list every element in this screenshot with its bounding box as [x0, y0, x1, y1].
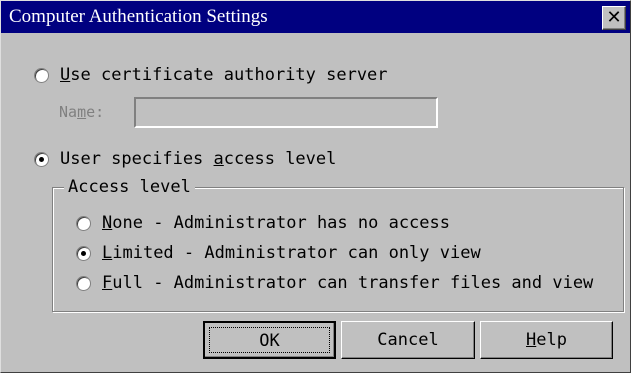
- ok-button[interactable]: OK: [203, 321, 336, 359]
- cancel-button[interactable]: Cancel: [341, 321, 475, 359]
- radio-access-limited[interactable]: Limited - Administrator can only view: [76, 243, 481, 263]
- radio-label: Full - Administrator can transfer files …: [102, 273, 594, 293]
- radio-label: Limited - Administrator can only view: [102, 243, 481, 263]
- access-level-options: None - Administrator has no access Limit…: [1, 1, 620, 372]
- help-button[interactable]: Help: [480, 321, 613, 359]
- radio-access-full[interactable]: Full - Administrator can transfer files …: [76, 273, 593, 293]
- radio-button-icon[interactable]: [76, 245, 91, 261]
- radio-button-icon[interactable]: [76, 275, 91, 291]
- ok-button-label: OK: [209, 327, 330, 353]
- authentication-settings-dialog: Computer Authentication Settings ✕ Use c…: [0, 0, 631, 373]
- radio-label: None - Administrator has no access: [102, 213, 451, 233]
- radio-access-none[interactable]: None - Administrator has no access: [76, 213, 450, 233]
- radio-button-icon[interactable]: [76, 215, 91, 231]
